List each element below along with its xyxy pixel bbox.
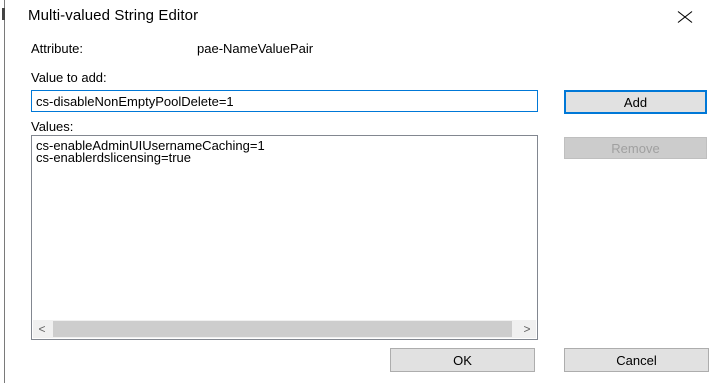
remove-button[interactable]: Remove xyxy=(564,137,707,159)
values-list-items: cs-enableAdminUIUsernameCaching=1 cs-ena… xyxy=(33,139,265,164)
attribute-label: Attribute: xyxy=(31,41,84,56)
values-list[interactable]: cs-enableAdminUIUsernameCaching=1 cs-ena… xyxy=(31,135,538,340)
value-to-add-input[interactable] xyxy=(31,90,538,112)
multi-valued-string-editor-dialog: Multi-valued String Editor Attribute: pa… xyxy=(5,0,714,383)
scroll-thumb[interactable] xyxy=(53,321,512,337)
add-button[interactable]: Add xyxy=(564,90,707,114)
list-item[interactable]: cs-enablerdslicensing=true xyxy=(33,151,265,164)
scroll-left-button[interactable]: < xyxy=(33,320,51,338)
cancel-button[interactable]: Cancel xyxy=(564,348,709,372)
scroll-right-button[interactable]: > xyxy=(518,320,536,338)
dialog-title: Multi-valued String Editor xyxy=(28,7,199,24)
close-button[interactable] xyxy=(671,3,699,31)
close-icon xyxy=(677,11,693,23)
values-label: Values: xyxy=(31,119,74,134)
value-to-add-label: Value to add: xyxy=(31,70,107,85)
ok-button[interactable]: OK xyxy=(390,348,535,372)
horizontal-scrollbar[interactable]: < > xyxy=(33,320,536,338)
attribute-value: pae-NameValuePair xyxy=(197,41,314,56)
